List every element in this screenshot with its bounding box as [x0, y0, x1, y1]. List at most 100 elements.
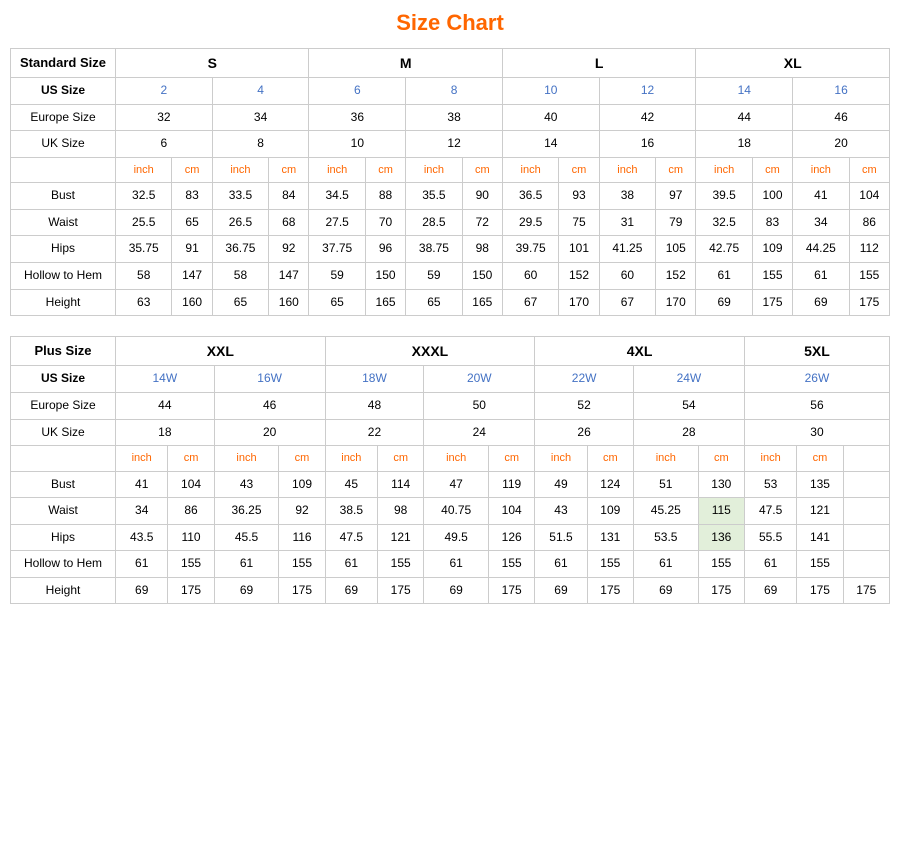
uk-20: 20 [793, 131, 890, 158]
plus-height-v9: 69 [535, 577, 587, 604]
waist-v16: 86 [849, 209, 889, 236]
hollow-v14: 155 [752, 263, 792, 290]
plus-bust-v2: 104 [168, 471, 214, 498]
plus-bust-v1: 41 [116, 471, 168, 498]
unit-cm-8: cm [849, 157, 889, 182]
plus-us-size-label: US Size [11, 366, 116, 393]
height-v3: 65 [212, 289, 268, 316]
height-row-1: Height 63 160 65 160 65 165 65 165 67 17… [11, 289, 890, 316]
plus-bust-row: Bust 41 104 43 109 45 114 47 119 49 124 … [11, 471, 890, 498]
uk-8: 8 [212, 131, 309, 158]
plus-waist-v7: 40.75 [424, 498, 489, 525]
m-header: M [309, 49, 502, 78]
plus-us-20w: 20W [424, 366, 535, 393]
plus-height-v4: 175 [279, 577, 325, 604]
plus-us-18w: 18W [325, 366, 424, 393]
bust-l-cm1: 93 [559, 183, 599, 210]
eu-42: 42 [599, 104, 696, 131]
plus-waist-v8: 104 [489, 498, 535, 525]
bust-m-cm1: 88 [365, 183, 405, 210]
unit-inch-3: inch [309, 157, 365, 182]
plus-us-24w: 24W [633, 366, 744, 393]
hollow-row: Hollow to Hem 58 147 58 147 59 150 59 15… [11, 263, 890, 290]
bust-xl-inch2: 41 [793, 183, 849, 210]
waist-row: Waist 25.5 65 26.5 68 27.5 70 28.5 72 29… [11, 209, 890, 236]
plus-bust-v9: 49 [535, 471, 587, 498]
plus-size-label: Plus Size [11, 337, 116, 366]
plus-hollow-label: Hollow to Hem [11, 551, 116, 578]
plus-unit-row: inch cm inch cm inch cm inch cm inch cm … [11, 446, 890, 471]
plus-hips-v13: 55.5 [744, 524, 796, 551]
unit-inch-4: inch [406, 157, 462, 182]
plus-height-label: Height [11, 577, 116, 604]
plus-unit-cm-2: cm [279, 446, 325, 471]
waist-v15: 34 [793, 209, 849, 236]
plus-waist-v15 [843, 498, 889, 525]
plus-waist-v3: 36.25 [214, 498, 279, 525]
plus-height-v7: 69 [424, 577, 489, 604]
plus-uk-26: 26 [535, 419, 634, 446]
height-v14: 175 [752, 289, 792, 316]
xl-header: XL [696, 49, 890, 78]
eu-34: 34 [212, 104, 309, 131]
plus-bust-v8: 119 [489, 471, 535, 498]
plus-eu-56: 56 [744, 393, 889, 420]
plus-eu-52: 52 [535, 393, 634, 420]
plus-height-v5: 69 [325, 577, 377, 604]
hollow-v4: 147 [269, 263, 309, 290]
us-size-row: US Size 2 4 6 8 10 12 14 16 [11, 78, 890, 105]
plus-height-v3: 69 [214, 577, 279, 604]
hollow-v8: 150 [462, 263, 502, 290]
plus-uk-30: 30 [744, 419, 889, 446]
height-label-1: Height [11, 289, 116, 316]
plus-unit-cm-4: cm [489, 446, 535, 471]
hollow-v2: 147 [172, 263, 212, 290]
hips-v16: 112 [849, 236, 889, 263]
height-v1: 63 [116, 289, 172, 316]
plus-hips-v10: 131 [587, 524, 633, 551]
hips-v9: 39.75 [502, 236, 558, 263]
s-header: S [116, 49, 309, 78]
height-v8: 165 [462, 289, 502, 316]
plus-waist-label: Waist [11, 498, 116, 525]
bust-m-inch1: 34.5 [309, 183, 365, 210]
plus-unit-inch-4: inch [424, 446, 489, 471]
hips-v1: 35.75 [116, 236, 172, 263]
plus-hips-v11: 53.5 [633, 524, 698, 551]
plus-waist-v9: 43 [535, 498, 587, 525]
plus-height-v14: 175 [797, 577, 843, 604]
plus-bust-v7: 47 [424, 471, 489, 498]
uk-6: 6 [116, 131, 213, 158]
plus-hips-v2: 110 [168, 524, 214, 551]
plus-hollow-v3: 61 [214, 551, 279, 578]
us-10: 10 [502, 78, 599, 105]
us-12: 12 [599, 78, 696, 105]
plus-uk-label: UK Size [11, 419, 116, 446]
height-v4: 160 [269, 289, 309, 316]
plus-height-v15: 175 [843, 577, 889, 604]
unit-row-1: inch cm inch cm inch cm inch cm inch cm … [11, 157, 890, 182]
plus-uk-18: 18 [116, 419, 215, 446]
us-16: 16 [793, 78, 890, 105]
unit-inch-1: inch [116, 157, 172, 182]
us-size-label: US Size [11, 78, 116, 105]
plus-unit-inch-3: inch [325, 446, 377, 471]
plus-bust-v14: 135 [797, 471, 843, 498]
unit-cm-1: cm [172, 157, 212, 182]
plus-unit-empty [11, 446, 116, 471]
eu-40: 40 [502, 104, 599, 131]
bust-l-cm2: 97 [656, 183, 696, 210]
plus-uk-24: 24 [424, 419, 535, 446]
hollow-v11: 60 [599, 263, 655, 290]
plus-size-table: Plus Size XXL XXXL 4XL 5XL US Size 14W 1… [10, 336, 890, 604]
waist-v2: 65 [172, 209, 212, 236]
waist-v7: 28.5 [406, 209, 462, 236]
plus-eu-44: 44 [116, 393, 215, 420]
plus-hollow-v7: 61 [424, 551, 489, 578]
eu-46: 46 [793, 104, 890, 131]
unit-inch-8: inch [793, 157, 849, 182]
plus-hips-row: Hips 43.5 110 45.5 116 47.5 121 49.5 126… [11, 524, 890, 551]
plus-hollow-v11: 61 [633, 551, 698, 578]
plus-hips-v8: 126 [489, 524, 535, 551]
waist-v6: 70 [365, 209, 405, 236]
